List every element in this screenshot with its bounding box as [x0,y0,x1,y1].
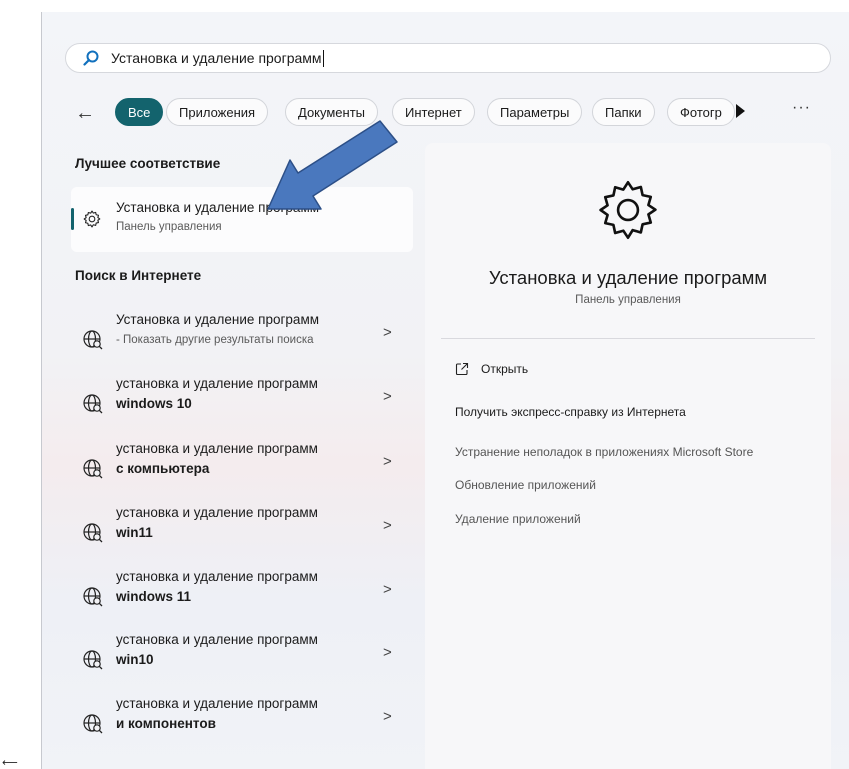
chevron-right-icon[interactable]: > [383,324,392,341]
web-result-line1: установка и удаление программ [116,632,318,647]
web-search-icon [83,523,103,543]
scroll-right-icon[interactable] [736,104,745,118]
filter-chip-documents[interactable]: Документы [285,98,379,126]
chevron-right-icon[interactable]: > [383,517,392,534]
web-search-icon [83,394,103,414]
chevron-right-icon[interactable]: > [383,644,392,661]
search-icon [83,50,99,66]
web-result-line2: win10 [116,652,154,667]
web-result-line1: установка и удаление программ [116,505,318,520]
web-search-icon [83,650,103,670]
filter-chip-folders[interactable]: Папки [592,98,655,126]
detail-title: Установка и удаление программ [488,267,768,288]
web-result-line2: - Показать другие результаты поиска [116,334,314,346]
action-troubleshoot-store[interactable]: Устранение неполадок в приложениях Micro… [455,445,753,459]
web-result-line1: установка и удаление программ [116,696,318,711]
cursor-mark: ⟵ [2,757,18,769]
web-result-item[interactable]: установка и удаление программ windows 11 > [71,569,413,629]
open-external-icon [455,362,469,376]
chevron-right-icon[interactable]: > [383,581,392,598]
web-result-line2: windows 11 [116,589,192,604]
web-result-item[interactable]: установка и удаление программ с компьютер… [71,441,413,501]
open-action[interactable]: Открыть [455,362,528,376]
filter-bar: ← Все Приложения Документы Интернет Пара… [62,98,842,128]
web-result-line1: установка и удаление программ [116,569,318,584]
more-options-icon[interactable]: ··· [792,99,811,117]
best-match-item[interactable]: Установка и удаление программ Панель упр… [71,187,413,252]
detail-subtitle: Панель управления [575,294,681,306]
action-update-apps[interactable]: Обновление приложений [455,478,596,492]
best-match-title: Установка и удаление программ [116,200,320,215]
divider [441,338,815,339]
detail-pane: Установка и удаление программ Панель упр… [425,143,831,769]
open-label: Открыть [481,362,529,376]
web-search-icon [83,459,103,479]
web-result-line2: win11 [116,525,153,540]
search-input[interactable]: Установка и удаление программ [111,50,322,66]
best-match-heading: Лучшее соответствие [75,156,221,171]
web-result-item[interactable]: Установка и удаление программ - Показать … [71,312,413,372]
web-result-item[interactable]: установка и удаление программ win11 > [71,505,413,565]
filter-chip-web[interactable]: Интернет [392,98,475,126]
back-arrow-icon[interactable]: ← [75,102,95,125]
start-search-window: Установка и удаление программ ← Все Прил… [42,12,849,769]
filter-chip-settings[interactable]: Параметры [487,98,583,126]
action-web-help[interactable]: Получить экспресс-справку из Интернета [455,405,686,419]
filter-chip-all[interactable]: Все [115,98,164,126]
web-result-item[interactable]: установка и удаление программ win10 > [71,632,413,692]
web-result-item[interactable]: установка и удаление программ windows 10 > [71,376,413,436]
web-result-line1: установка и удаление программ [116,441,318,456]
web-result-line1: Установка и удаление программ [116,312,320,327]
chevron-right-icon[interactable]: > [383,388,392,405]
web-search-icon [83,587,103,607]
web-result-line2: с компьютера [116,461,210,476]
filter-chip-apps[interactable]: Приложения [166,98,269,126]
web-result-item[interactable]: установка и удаление программ и компонент… [71,696,413,756]
gear-icon [83,210,101,228]
selection-indicator [71,208,74,230]
chevron-right-icon[interactable]: > [383,453,392,470]
web-search-heading: Поиск в Интернете [75,268,202,283]
gear-icon [599,180,657,240]
chevron-right-icon[interactable]: > [383,708,392,725]
search-box[interactable]: Установка и удаление программ [65,43,831,73]
web-result-line1: установка и удаление программ [116,376,318,391]
web-result-line2: windows 10 [116,396,192,411]
best-match-subtitle: Панель управления [116,221,222,233]
filter-chip-photos[interactable]: Фотогр [667,98,735,126]
web-search-icon [83,714,103,734]
web-result-line2: и компонентов [116,716,216,731]
web-search-icon [83,330,103,350]
action-remove-apps[interactable]: Удаление приложений [455,512,581,526]
text-caret [322,49,324,67]
